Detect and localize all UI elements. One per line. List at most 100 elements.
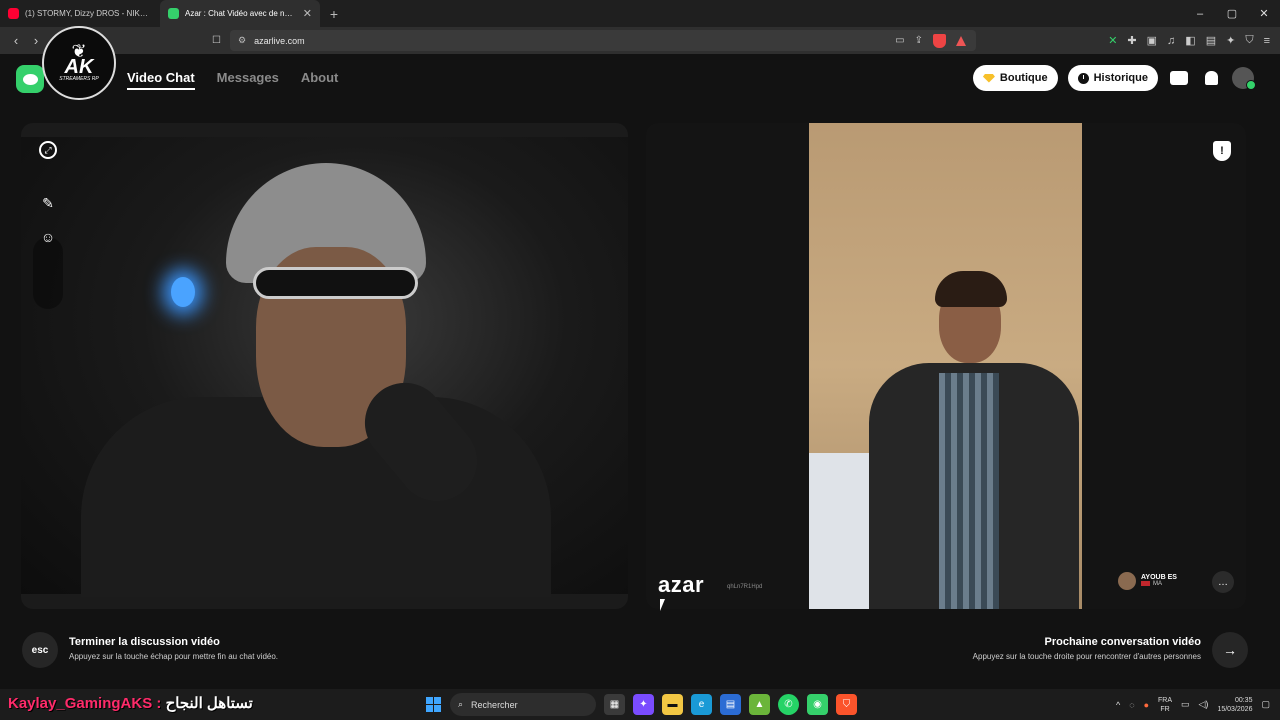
peer-text: AYOUB ES MA [1141,574,1177,588]
avatar [1232,67,1256,90]
taskbar-search[interactable]: ⌕ Rechercher [450,693,596,716]
fullscreen-icon[interactable]: ⤢ [39,141,57,159]
screenshot-icon[interactable]: ▣ [1147,34,1157,47]
tab-azar[interactable]: Azar : Chat Vidéo avec de nou... ✕ [160,0,320,27]
main-nav: Video Chat Messages About [127,70,338,90]
nav-messages[interactable]: Messages [217,70,279,90]
youtube-icon [8,8,19,19]
cast-icon[interactable]: ▭ [895,35,904,46]
streamer-badge-overlay: ❦ AK STREAMERS RP [42,26,116,100]
mic-icon[interactable]: ● [1144,700,1149,710]
whatsapp-icon[interactable]: ✆ [778,694,799,715]
tab-title: Azar : Chat Vidéo avec de nou... [185,9,297,18]
headset-light [171,277,195,307]
back-icon[interactable]: ‹ [6,33,26,48]
azar-app-icon[interactable]: ◉ [807,694,828,715]
report-shield-icon[interactable]: ! [1213,141,1231,161]
extension-icon[interactable]: ✕ [1108,34,1117,47]
music-icon[interactable]: ♫ [1167,35,1175,47]
vpn-icon[interactable]: ⛉ [1245,34,1253,47]
brave-icon[interactable]: ⛉ [836,694,857,715]
brave-rewards-icon[interactable] [956,35,966,46]
tray-app-icon[interactable]: ◌ [1129,700,1134,710]
close-window-button[interactable]: ✕ [1248,0,1280,27]
app-icon[interactable]: ▲ [749,694,770,715]
profile-button[interactable] [1232,67,1256,90]
leo-icon[interactable]: ✦ [1226,34,1235,47]
chat-bubble-icon[interactable]: … [1212,571,1234,593]
notification-icon[interactable]: ▢ [1261,699,1270,710]
lang-bottom: FR [1160,705,1170,713]
brave-shield-icon[interactable] [933,33,946,48]
end-chat-hint: Appuyez sur la touche échap pour mettre … [69,652,279,661]
next-chat-button[interactable]: → [1212,632,1248,668]
ticker-name: Kaylay_GamingAKS : [8,695,162,712]
new-tab-button[interactable]: + [320,6,348,22]
local-video [21,123,628,609]
clock-date: 15/03/2026 [1217,705,1253,713]
peer-name: AYOUB ES [1141,574,1177,582]
peer-info[interactable]: AYOUB ES MA [1118,572,1177,590]
task-view-icon[interactable]: ▦ [604,694,625,715]
sidebar-icon[interactable]: ◧ [1185,34,1195,47]
volume-icon[interactable]: ◁) [1199,699,1209,710]
box-icon [1170,71,1188,85]
gem-icon [982,73,995,83]
magic-wand-icon[interactable]: ✎ [35,190,61,216]
nav-video-chat[interactable]: Video Chat [127,70,195,90]
address-bar-actions: ▭ ⇪ [895,33,966,48]
taskbar-apps: ▦ ✦ ▬ e ▤ ▲ ✆ ◉ ⛉ [604,694,857,715]
browser-toolbar: ‹ › ☐ ⚙ azarlive.com ▭ ⇪ ✕ ✚ ▣ ♫ ◧ ▤ ✦ ⛉… [0,27,1280,54]
url-text: azarlive.com [254,35,305,46]
system-tray: ^ ◌ ● FRA FR ▭ ◁) 00:35 15/03/2026 ▢ [1116,689,1270,720]
shop-label: Boutique [999,72,1048,84]
end-chat-button[interactable]: esc [22,632,58,668]
wallet-icon[interactable]: ▤ [1206,34,1216,47]
next-chat-title: Prochaine conversation vidéo [1044,636,1202,648]
store-icon[interactable]: ▤ [720,694,741,715]
nav-about[interactable]: About [301,70,339,90]
browser-tab-bar: (1) STORMY, Dizzy DROS - NIKEY (M... Aza… [0,0,1280,27]
remote-video-feed [809,123,1082,609]
tab-title: (1) STORMY, Dizzy DROS - NIKEY (M... [25,9,152,18]
bookmark-icon[interactable]: ☐ [212,35,221,46]
extensions-bar: ✕ ✚ ▣ ♫ ◧ ▤ ✦ ⛉ ≡ [1108,27,1270,54]
mask-icon[interactable]: ☺ [35,224,61,250]
ticker-message: تستاهل النجاح [165,695,253,712]
clock-icon [1077,72,1089,84]
session-id: qhLn7R1Hpd [727,584,763,590]
file-explorer-icon[interactable]: ▬ [662,694,683,715]
local-video-feed [21,137,628,597]
arrow-right-icon: → [1223,642,1237,658]
address-bar[interactable]: ☐ ⚙ azarlive.com ▭ ⇪ [212,30,976,51]
share-icon[interactable]: ⇪ [915,35,923,46]
windows-start-icon[interactable] [426,697,441,712]
network-icon[interactable]: ▭ [1181,699,1190,710]
azar-app: ❦ AK STREAMERS RP Video Chat Messages Ab… [0,26,1280,689]
history-button[interactable]: Historique [1067,65,1158,91]
history-label: Historique [1093,72,1148,84]
shop-button[interactable]: Boutique [972,65,1058,91]
lang-top: FRA [1158,696,1172,704]
menu-icon[interactable]: ≡ [1264,35,1270,47]
edge-icon[interactable]: e [691,694,712,715]
windows-taskbar: Kaylay_GamingAKS : تستاهل النجاح ⌕ Reche… [0,689,1280,720]
taskbar-clock[interactable]: 00:35 15/03/2026 [1217,696,1252,714]
badge-subtitle: STREAMERS RP [59,76,99,82]
notifications-button[interactable] [1200,67,1222,89]
chevron-up-icon[interactable]: ^ [1116,700,1120,710]
tab-youtube[interactable]: (1) STORMY, Dizzy DROS - NIKEY (M... [0,0,160,27]
close-tab-icon[interactable]: ✕ [303,7,312,20]
site-info-icon[interactable]: ⚙ [238,35,246,46]
minimize-button[interactable]: – [1184,0,1216,27]
language-indicator[interactable]: FRA FR [1158,696,1172,714]
copilot-icon[interactable]: ✦ [633,694,654,715]
azar-favicon-icon [168,8,179,19]
maximize-button[interactable]: ▢ [1216,0,1248,27]
peer-avatar [1118,572,1136,590]
bell-icon [1204,71,1218,85]
inbox-button[interactable] [1168,67,1190,89]
forward-icon[interactable]: › [26,33,46,48]
puzzle-icon[interactable]: ✚ [1127,34,1136,47]
azar-logo-icon[interactable] [16,65,44,93]
